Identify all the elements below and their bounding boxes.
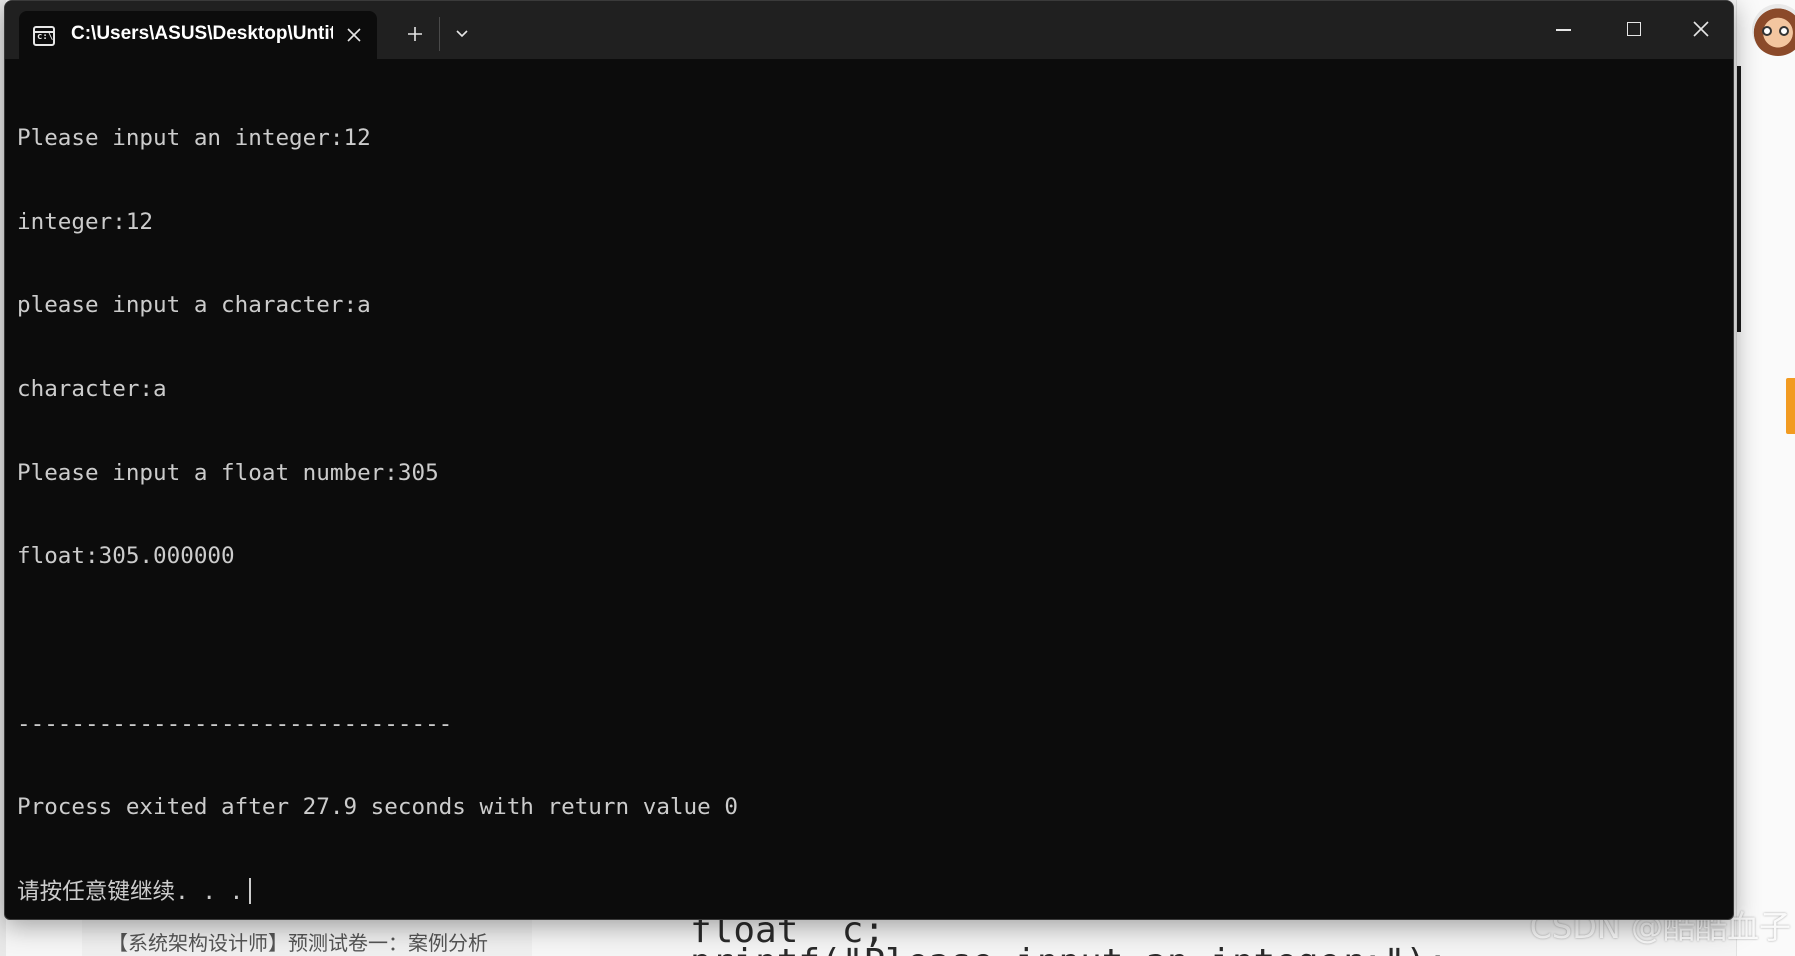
tab-divider xyxy=(439,17,440,51)
terminal-icon: c:\ xyxy=(33,26,55,46)
background-right-panel xyxy=(1736,0,1795,956)
background-scrollbar[interactable] xyxy=(1737,66,1741,332)
minimize-button[interactable] xyxy=(1529,1,1597,59)
tab-dropdown-button[interactable] xyxy=(445,17,479,51)
article-link-text[interactable]: 【系统架构设计师】预测试卷一：案例分析 xyxy=(108,927,488,956)
close-icon xyxy=(1693,21,1709,37)
background-side-tab[interactable] xyxy=(1786,378,1795,434)
console-line: Process exited after 27.9 seconds with r… xyxy=(17,794,738,821)
close-window-button[interactable] xyxy=(1667,1,1733,59)
console-prompt: 请按任意键继续. . . xyxy=(17,879,244,906)
text-cursor xyxy=(249,878,252,905)
terminal-window[interactable]: c:\ C:\Users\ASUS\Desktop\Untit Please i… xyxy=(4,0,1734,920)
console-line: float:305.000000 xyxy=(17,543,235,570)
console-separator: -------------------------------- xyxy=(17,710,453,737)
terminal-tab[interactable]: c:\ C:\Users\ASUS\Desktop\Untit xyxy=(19,11,377,59)
console-prompt-line: 请按任意键继续. . . xyxy=(17,878,1717,906)
close-icon xyxy=(347,28,361,42)
title-bar[interactable]: c:\ C:\Users\ASUS\Desktop\Untit xyxy=(5,1,1733,59)
maximize-icon xyxy=(1627,22,1641,36)
code-line: printf("Please input an integer:"); xyxy=(690,942,1449,956)
maximize-button[interactable] xyxy=(1599,1,1667,59)
chevron-down-icon xyxy=(456,30,468,38)
minimize-icon xyxy=(1556,29,1571,31)
new-tab-button[interactable] xyxy=(397,17,433,51)
console-line: integer:12 xyxy=(17,208,154,235)
console-line: Please input an integer:12 xyxy=(17,124,371,151)
console-line: Please input a float number:305 xyxy=(17,459,439,486)
background-article-link[interactable]: 【系统架构设计师】预测试卷一：案例分析 xyxy=(82,918,532,956)
user-avatar[interactable] xyxy=(1752,4,1795,56)
tab-title: C:\Users\ASUS\Desktop\Untit xyxy=(71,23,333,44)
console-line: character:a xyxy=(17,375,167,402)
console-line: please input a character:a xyxy=(17,292,371,319)
console-output[interactable]: Please input an integer:12 integer:12 pl… xyxy=(17,69,1717,909)
close-tab-button[interactable] xyxy=(339,20,369,50)
plus-icon xyxy=(408,27,422,41)
